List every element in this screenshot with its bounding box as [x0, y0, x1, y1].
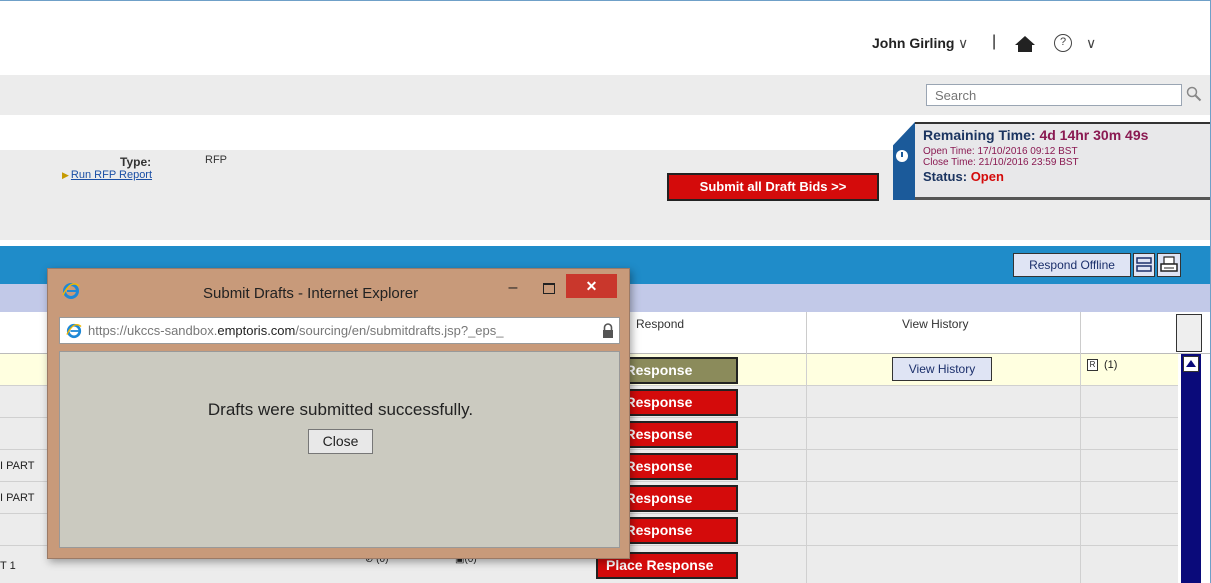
- printer-icon: [1160, 256, 1178, 272]
- submit-all-drafts-button[interactable]: Submit all Draft Bids >>: [667, 173, 879, 201]
- remaining-time-panel: Remaining Time: 4d 14hr 30m 49s Open Tim…: [893, 122, 1210, 200]
- search-strip: [0, 75, 1210, 115]
- column-divider: [806, 450, 807, 482]
- status-value: Open: [970, 169, 1004, 184]
- column-divider: [1080, 482, 1081, 514]
- vertical-scrollbar[interactable]: [1181, 354, 1201, 583]
- layout-toggle-button[interactable]: [1133, 253, 1155, 277]
- maximize-button[interactable]: [535, 275, 561, 301]
- type-label: Type:: [120, 155, 152, 169]
- remaining-time-value: 4d 14hr 30m 49s: [1039, 127, 1149, 143]
- user-menu-chevron-icon[interactable]: ∨: [958, 35, 968, 52]
- clock-icon: [896, 150, 908, 162]
- scroll-up-button[interactable]: [1183, 356, 1199, 372]
- search-icon[interactable]: [1186, 86, 1202, 102]
- column-divider: [1080, 354, 1081, 386]
- user-separator: |: [992, 33, 997, 50]
- run-report-link[interactable]: ▶ Run RFP Report: [62, 169, 152, 181]
- url-prefix: https://ukccs-sandbox.: [88, 323, 218, 338]
- lock-icon[interactable]: [601, 323, 615, 339]
- submit-drafts-dialog: Submit Drafts - Internet Explorer – ✕ ht…: [47, 268, 630, 559]
- window-close-button[interactable]: ✕: [566, 274, 617, 298]
- help-icon[interactable]: ?: [1054, 34, 1072, 52]
- remaining-time-label: Remaining Time:: [923, 127, 1036, 143]
- event-status: Status: Open: [923, 169, 1004, 184]
- open-time: Open Time: 17/10/2016 09:12 BST: [923, 146, 1078, 157]
- respond-offline-button[interactable]: Respond Offline: [1013, 253, 1131, 277]
- address-bar[interactable]: https://ukccs-sandbox.emptoris.com/sourc…: [59, 317, 620, 344]
- column-divider: [806, 418, 807, 450]
- internet-explorer-icon: [62, 283, 80, 299]
- print-button[interactable]: [1157, 253, 1181, 277]
- column-divider: [806, 482, 807, 514]
- dialog-body: Drafts were submitted successfully. Clos…: [59, 351, 620, 548]
- user-name[interactable]: John Girling: [872, 35, 954, 51]
- internet-explorer-icon: [66, 323, 82, 339]
- attachment-icon[interactable]: R: [1087, 359, 1098, 371]
- column-divider: [1080, 312, 1081, 354]
- column-header-view-history: View History: [902, 317, 969, 331]
- type-value: RFP: [205, 154, 227, 166]
- scroll-corner: [1176, 314, 1202, 352]
- url-path: /sourcing/en/submitdrafts.jsp?_eps_: [295, 323, 504, 338]
- view-history-button[interactable]: View History: [892, 357, 992, 381]
- column-divider: [806, 514, 807, 546]
- chevron-up-icon: [1186, 360, 1196, 367]
- layout-icon: [1136, 257, 1152, 272]
- row-label: I PART: [0, 492, 35, 504]
- close-time: Close Time: 21/10/2016 23:59 BST: [923, 157, 1079, 168]
- column-divider: [1080, 450, 1081, 482]
- minimize-button[interactable]: –: [500, 275, 526, 301]
- column-divider: [806, 312, 807, 354]
- column-divider: [1080, 418, 1081, 450]
- column-divider: [806, 386, 807, 418]
- remaining-time: Remaining Time: 4d 14hr 30m 49s: [923, 127, 1148, 143]
- page: John Girling ∨ | ? ∨ Type: RFP ▶Run RFP …: [0, 0, 1211, 583]
- column-header-respond: Respond: [636, 317, 685, 331]
- url-text: https://ukccs-sandbox.emptoris.com/sourc…: [88, 323, 588, 338]
- user-bar: John Girling ∨ | ? ∨: [0, 1, 1210, 75]
- dialog-title: Submit Drafts - Internet Explorer: [203, 285, 419, 302]
- row-label: T 1: [0, 560, 16, 572]
- attachment-count: (1): [1104, 359, 1118, 371]
- column-divider: [1080, 546, 1081, 583]
- status-label: Status:: [923, 169, 968, 184]
- column-divider: [1080, 386, 1081, 418]
- url-domain: emptoris.com: [217, 323, 296, 338]
- play-arrow-icon: ▶: [62, 170, 69, 180]
- success-message: Drafts were submitted successfully.: [207, 400, 474, 419]
- column-divider: [806, 354, 807, 386]
- search-input[interactable]: [926, 84, 1182, 106]
- timer-body: Remaining Time: 4d 14hr 30m 49s Open Tim…: [915, 122, 1210, 200]
- run-report-link-label: Run RFP Report: [70, 169, 153, 181]
- row-label: I PART: [0, 460, 35, 472]
- column-divider: [1080, 514, 1081, 546]
- close-button[interactable]: Close: [308, 429, 373, 454]
- dialog-titlebar[interactable]: Submit Drafts - Internet Explorer – ✕: [48, 269, 629, 309]
- column-divider: [806, 546, 807, 583]
- home-icon[interactable]: [1014, 35, 1036, 53]
- help-menu-chevron-icon[interactable]: ∨: [1086, 35, 1096, 52]
